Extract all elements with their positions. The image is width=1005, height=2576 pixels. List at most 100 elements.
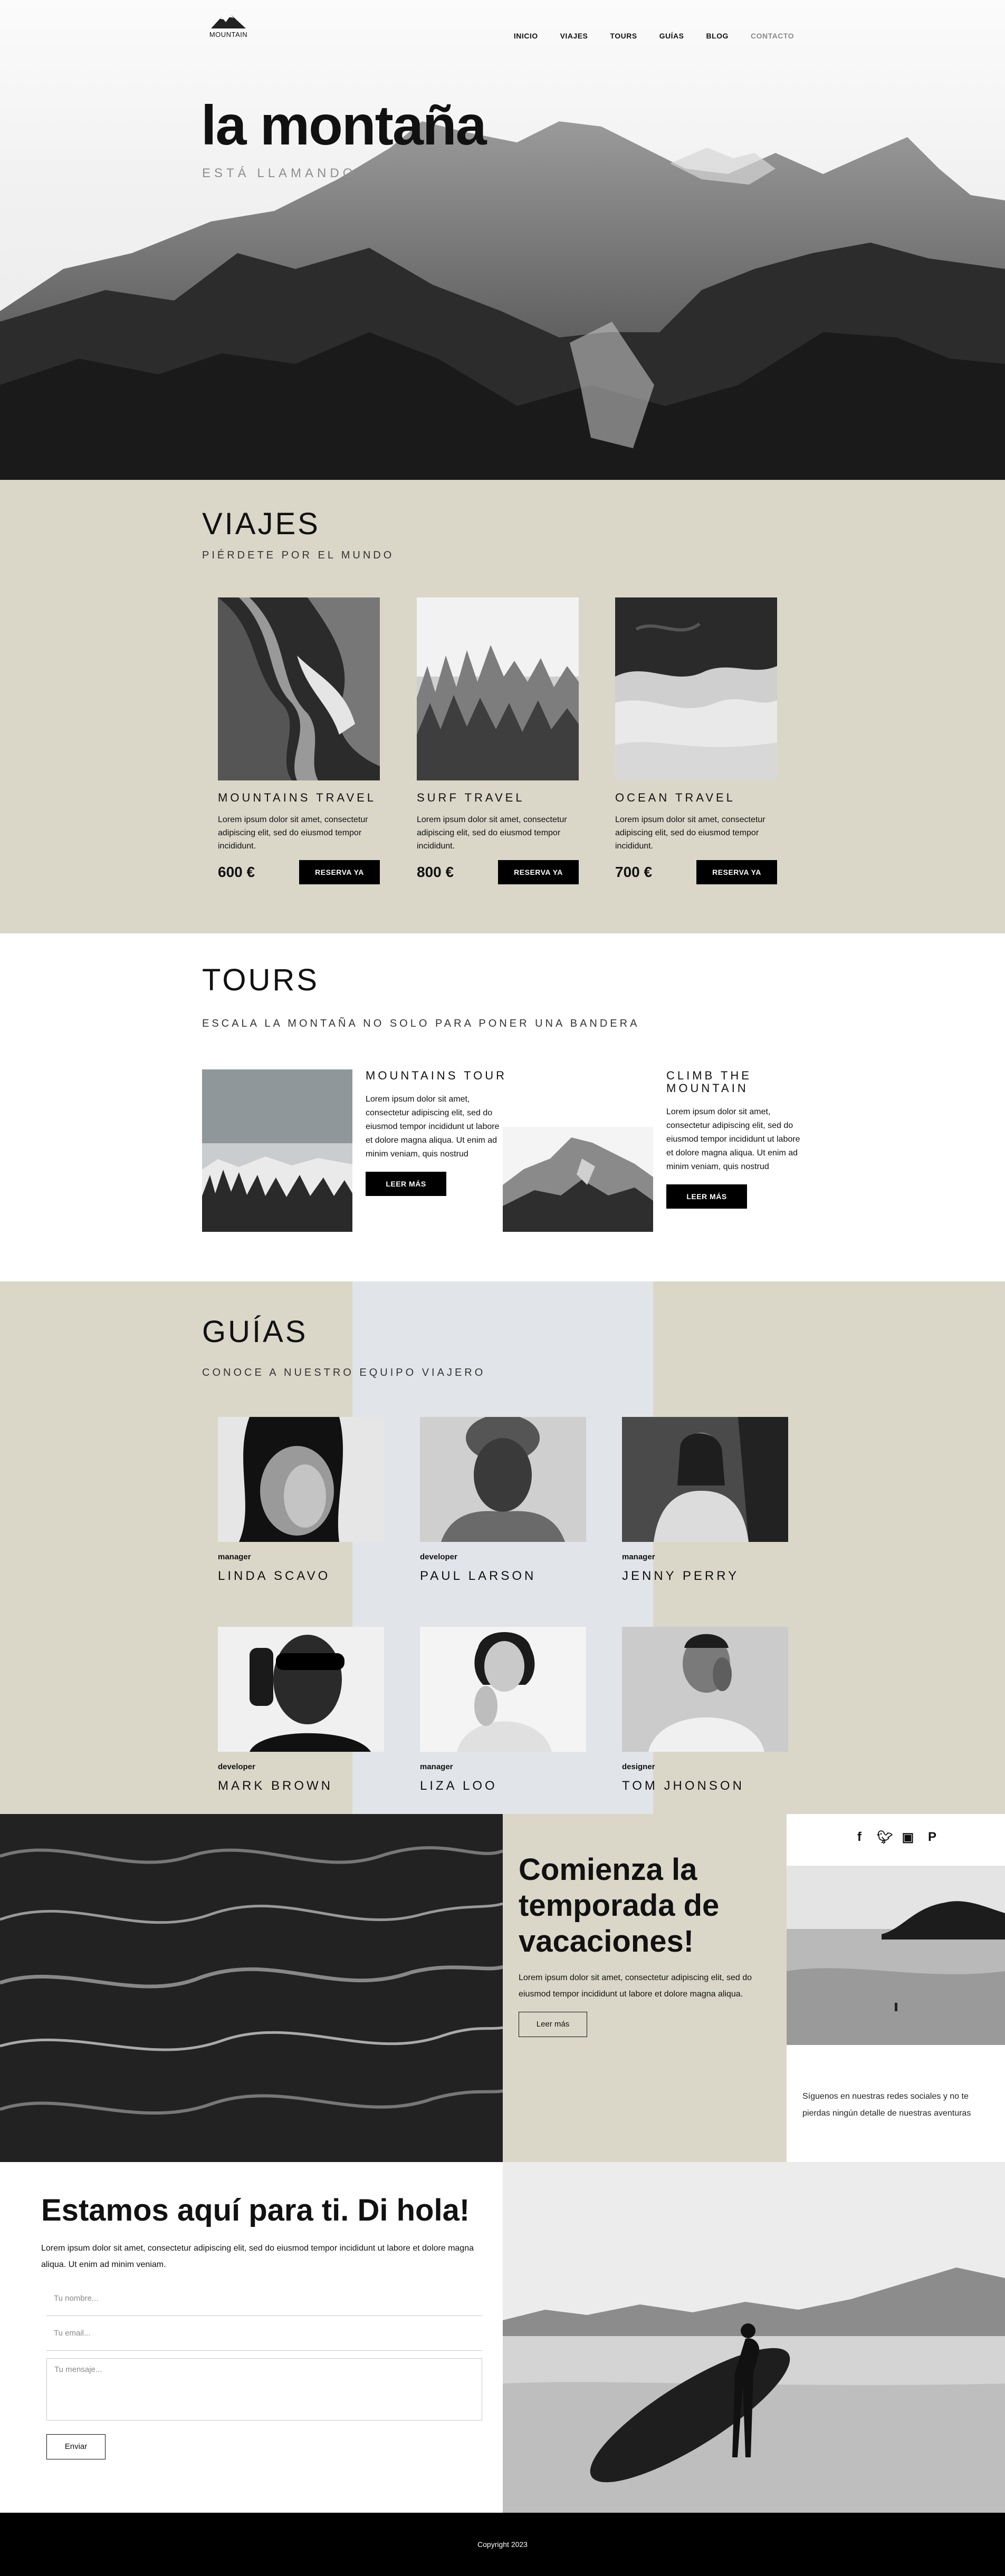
guide-photo xyxy=(218,1417,384,1542)
tours-subtitle: ESCALA LA MONTAÑA NO SOLO PARA PONER UNA… xyxy=(202,1018,640,1029)
trip-text: Lorem ipsum dolor sit amet, consectetur … xyxy=(417,815,567,851)
guide-card: developer PAUL LARSON xyxy=(420,1417,586,1584)
main-menu: INICIO VIAJES TOURS GUÍAS BLOG CONTACTO xyxy=(514,32,794,40)
guide-card: manager LIZA LOO xyxy=(420,1627,586,1793)
coast-photo xyxy=(787,1866,1005,2045)
guide-photo xyxy=(218,1627,384,1752)
trip-text: Lorem ipsum dolor sit amet, consectetur … xyxy=(218,815,368,851)
promo-section: Comienza la temporada de vacaciones! Lor… xyxy=(0,1814,1005,2162)
viajes-title: VIAJES xyxy=(202,507,320,541)
email-field[interactable]: Tu email... xyxy=(46,2329,482,2351)
mountain-logo-icon xyxy=(211,15,246,28)
guide-card: designer TOM JHONSON xyxy=(622,1627,788,1793)
tour-text: Lorem ipsum dolor sit amet, consectetur … xyxy=(666,1107,800,1171)
contact-form-panel: Estamos aquí para ti. Di hola! Lorem ips… xyxy=(0,2162,503,2513)
reserve-button[interactable]: RESERVA YA xyxy=(299,860,380,884)
copyright-text: Copyright 2023 xyxy=(477,2540,528,2549)
guide-photo xyxy=(622,1417,788,1542)
logo-text: MOUNTAIN xyxy=(209,31,248,38)
tour-name: CLIMB THE MOUNTAIN xyxy=(666,1069,752,1095)
facebook-icon[interactable]: f xyxy=(853,1830,866,1845)
nav-item-blog[interactable]: BLOG xyxy=(706,32,729,40)
social-icons: f 🐦︎ ▣ P xyxy=(787,1830,1005,1845)
pinterest-icon[interactable]: P xyxy=(925,1830,939,1845)
message-field[interactable]: Tu mensaje... xyxy=(46,2358,482,2420)
promo-read-more-button[interactable]: Leer más xyxy=(519,2012,587,2037)
reserve-button[interactable]: RESERVA YA xyxy=(696,860,777,884)
reserve-button[interactable]: RESERVA YA xyxy=(498,860,579,884)
top-nav: MOUNTAIN INICIO VIAJES TOURS GUÍAS BLOG … xyxy=(0,0,1005,61)
guide-photo xyxy=(622,1627,788,1752)
read-more-button[interactable]: LEER MÁS xyxy=(666,1184,747,1209)
promo-title: Comienza la temporada de vacaciones! xyxy=(519,1853,720,1958)
social-panel: f 🐦︎ ▣ P Síguenos en nuestras redes soci… xyxy=(787,1814,1005,2162)
instagram-icon[interactable]: ▣ xyxy=(901,1830,915,1845)
guide-card: manager LINDA SCAVO xyxy=(218,1417,384,1584)
mountain-hero-image xyxy=(0,121,1005,480)
contact-title: Estamos aquí para ti. Di hola! xyxy=(41,2193,470,2227)
twitter-icon[interactable]: 🐦︎ xyxy=(877,1830,893,1845)
nav-item-inicio[interactable]: INICIO xyxy=(514,32,538,40)
nav-item-contacto[interactable]: CONTACTO xyxy=(751,32,794,40)
trip-card: OCEAN TRAVEL Lorem ipsum dolor sit amet,… xyxy=(615,597,777,884)
name-field[interactable]: Tu nombre... xyxy=(46,2294,482,2316)
guide-role: manager xyxy=(218,1552,251,1561)
trip-price: 800 € xyxy=(417,864,454,880)
canyon-photo xyxy=(218,597,380,780)
guide-role: designer xyxy=(622,1762,655,1771)
surfer-photo xyxy=(503,2162,1005,2513)
trip-card: SURF TRAVEL Lorem ipsum dolor sit amet, … xyxy=(417,597,579,884)
tour-card: CLIMB THE MOUNTAIN Lorem ipsum dolor sit… xyxy=(666,1069,808,1209)
guide-card: manager JENNY PERRY xyxy=(622,1417,788,1584)
guide-name: LIZA LOO xyxy=(420,1779,497,1793)
trip-name: SURF TRAVEL xyxy=(417,791,525,804)
guias-title: GUÍAS xyxy=(202,1315,308,1349)
guide-role: manager xyxy=(622,1552,655,1561)
read-more-button[interactable]: LEER MÁS xyxy=(366,1172,446,1196)
hero-subtitle: ESTÁ LLAMANDO xyxy=(202,166,357,180)
trip-text: Lorem ipsum dolor sit amet, consectetur … xyxy=(615,815,765,851)
social-text: Síguenos en nuestras redes sociales y no… xyxy=(802,2092,971,2118)
trip-price: 700 € xyxy=(615,864,653,880)
forest-photo xyxy=(417,597,579,780)
viajes-section: VIAJES PIÉRDETE POR EL MUNDO MOUNTAINS T… xyxy=(0,480,1005,933)
tour-card: MOUNTAINS TOUR Lorem ipsum dolor sit ame… xyxy=(366,1069,507,1196)
tour-text: Lorem ipsum dolor sit amet, consectetur … xyxy=(366,1095,500,1159)
ocean-photo xyxy=(615,597,777,780)
guide-name: JENNY PERRY xyxy=(622,1569,740,1583)
sea-waves-image xyxy=(0,1814,503,2162)
promo-text: Lorem ipsum dolor sit amet, consectetur … xyxy=(519,1973,752,1999)
send-button[interactable]: Enviar xyxy=(46,2434,106,2459)
guide-card: developer MARK BROWN xyxy=(218,1627,384,1793)
page: MOUNTAIN INICIO VIAJES TOURS GUÍAS BLOG … xyxy=(0,0,1005,2576)
promo-panel: Comienza la temporada de vacaciones! Lor… xyxy=(503,1814,787,2162)
peak-photo xyxy=(503,1127,653,1232)
guias-section: GUÍAS CONOCE A NUESTRO EQUIPO VIAJERO ma… xyxy=(0,1281,1005,1814)
viajes-subtitle: PIÉRDETE POR EL MUNDO xyxy=(202,549,395,561)
guide-photo xyxy=(420,1417,586,1542)
hero-title: la montaña xyxy=(201,94,487,157)
footer: Copyright 2023 xyxy=(0,2513,1005,2576)
guide-name: PAUL LARSON xyxy=(420,1569,537,1583)
tours-title: TOURS xyxy=(202,963,319,997)
tour-name: MOUNTAINS TOUR xyxy=(366,1069,508,1082)
guide-role: developer xyxy=(218,1762,255,1771)
hero-section: la montaña ESTÁ LLAMANDO xyxy=(0,0,1005,480)
guide-name: MARK BROWN xyxy=(218,1779,333,1793)
guide-name: TOM JHONSON xyxy=(622,1779,744,1793)
tours-section: TOURS ESCALA LA MONTAÑA NO SOLO PARA PON… xyxy=(0,933,1005,1281)
logo[interactable]: MOUNTAIN xyxy=(202,14,255,38)
nav-item-guias[interactable]: GUÍAS xyxy=(659,32,684,40)
trip-name: OCEAN TRAVEL xyxy=(615,791,735,804)
guias-subtitle: CONOCE A NUESTRO EQUIPO VIAJERO xyxy=(202,1367,486,1378)
contact-text: Lorem ipsum dolor sit amet, consectetur … xyxy=(41,2244,474,2269)
trip-card: MOUNTAINS TRAVEL Lorem ipsum dolor sit a… xyxy=(218,597,380,884)
nav-item-viajes[interactable]: VIAJES xyxy=(560,32,588,40)
trip-price: 600 € xyxy=(218,864,255,880)
guide-role: manager xyxy=(420,1762,453,1771)
trip-name: MOUNTAINS TRAVEL xyxy=(218,791,377,804)
guide-name: LINDA SCAVO xyxy=(218,1569,331,1583)
guide-photo xyxy=(420,1627,586,1752)
guide-role: developer xyxy=(420,1552,457,1561)
nav-item-tours[interactable]: TOURS xyxy=(610,32,637,40)
